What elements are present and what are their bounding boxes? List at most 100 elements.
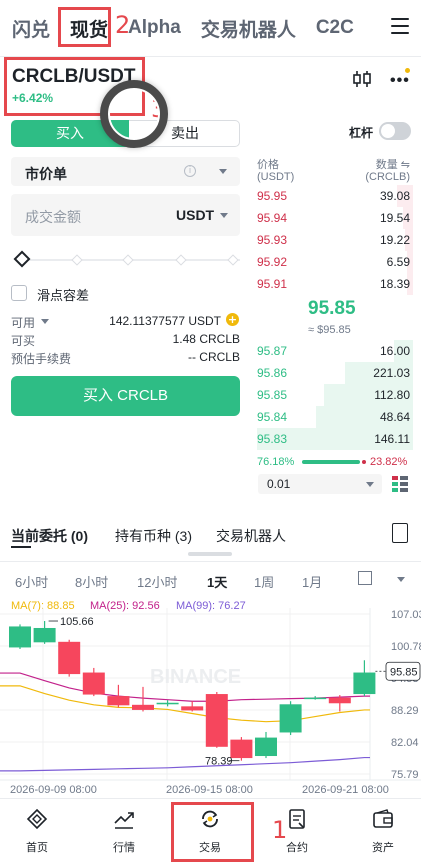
futures-doc-icon — [289, 809, 305, 829]
ask-qty: 19.22 — [379, 233, 410, 247]
drag-handle[interactable] — [188, 552, 232, 556]
chevron-down-icon — [366, 482, 374, 487]
chevron-down-icon[interactable] — [397, 577, 405, 582]
active-tab-indicator — [11, 546, 31, 548]
candle-body — [58, 641, 81, 675]
tab-trading-bots[interactable]: 交易机器人 — [201, 15, 296, 42]
interval-1w[interactable]: 1周 — [254, 572, 274, 591]
nav-assets[interactable]: 资产 — [353, 802, 413, 858]
candle-body — [9, 626, 31, 648]
ask-price: 95.93 — [257, 233, 288, 247]
ask-qty: 39.08 — [379, 189, 410, 203]
candle-body — [255, 737, 277, 757]
bid-price: 95.85 — [257, 388, 288, 402]
qty-header[interactable]: 数量 ⇋ — [376, 156, 410, 172]
candle-body — [107, 696, 130, 706]
bid-row[interactable]: 95.85 112.80 — [251, 384, 413, 406]
order-type-select[interactable]: 市价单 i — [11, 157, 240, 186]
tab-flash-swap[interactable]: 闪兑 — [12, 15, 50, 42]
y-tick-label: 100.78 — [391, 641, 421, 653]
annotation-box-2 — [58, 7, 111, 47]
price-header: 价格 — [257, 159, 279, 171]
candle-body — [230, 739, 253, 759]
interval-1d[interactable]: 1天 — [207, 572, 227, 591]
bid-qty: 16.00 — [379, 344, 410, 358]
home-icon — [26, 808, 48, 830]
wallet-icon — [373, 809, 393, 828]
tab-c2c[interactable]: C2C — [316, 17, 354, 39]
menu-icon[interactable] — [391, 18, 409, 34]
slider-step-75[interactable] — [175, 254, 187, 266]
bid-row[interactable]: 95.83 146.11 — [251, 428, 413, 450]
candle-body — [205, 694, 228, 747]
ask-price: 95.95 — [257, 189, 288, 203]
ask-row[interactable]: 95.95 39.08 — [251, 185, 413, 207]
candle-body — [156, 702, 179, 705]
amount-unit-select[interactable]: USDT — [176, 207, 214, 223]
slider-step-100[interactable] — [227, 254, 239, 266]
add-funds-icon[interactable]: + — [226, 313, 239, 326]
low-label: 78.39 — [205, 756, 233, 768]
bid-row[interactable]: 95.87 16.00 — [251, 340, 413, 362]
ask-row[interactable]: 95.92 6.59 — [251, 251, 413, 273]
current-price-label: 95.85 — [390, 666, 418, 678]
slippage-label[interactable]: 滑点容差 — [37, 285, 89, 304]
available-label: 可用 — [11, 316, 36, 330]
nav-markets[interactable]: 行情 — [94, 802, 154, 858]
order-history-icon[interactable] — [392, 523, 408, 543]
slider-handle[interactable] — [13, 250, 31, 268]
bid-row[interactable]: 95.86 221.03 — [251, 362, 413, 384]
nav-home[interactable]: 首页 — [7, 802, 67, 858]
candlestick-chart-icon[interactable] — [352, 70, 372, 88]
slippage-checkbox[interactable] — [11, 285, 27, 301]
tab-open-orders[interactable]: 当前委托 (0) — [11, 526, 88, 546]
candle-body — [33, 627, 56, 643]
fullscreen-icon[interactable] — [358, 571, 372, 585]
annotation-box-1 — [171, 802, 254, 862]
bid-row[interactable]: 95.84 48.64 — [251, 406, 413, 428]
order-type-value: 市价单 — [25, 166, 67, 182]
ask-row[interactable]: 95.91 18.39 — [251, 273, 413, 295]
interval-8h[interactable]: 8小时 — [75, 572, 108, 591]
bid-qty: 112.80 — [374, 388, 410, 402]
price-unit: (USDT) — [257, 171, 295, 183]
nav-divider — [0, 798, 421, 799]
sell-ratio-bar — [362, 460, 366, 464]
tab-bots[interactable]: 交易机器人 — [216, 526, 286, 546]
slider-step-50[interactable] — [122, 254, 134, 266]
y-tick-label: 82.04 — [391, 737, 419, 749]
fee-value: -- CRCLB — [187, 350, 240, 364]
last-price-fiat: ≈ $95.85 — [308, 324, 351, 336]
candle-body — [181, 706, 204, 711]
more-options-icon[interactable]: ••• — [390, 72, 410, 90]
bid-price: 95.87 — [257, 344, 288, 358]
sell-ratio: 23.82% — [370, 456, 408, 468]
candle-body — [353, 672, 376, 695]
chevron-down-icon[interactable] — [41, 319, 49, 324]
tab-alpha[interactable]: Alpha — [128, 17, 181, 39]
buy-submit-button[interactable]: 买入 CRCLB — [11, 376, 240, 416]
watermark-text: BINANCE — [150, 666, 241, 688]
x-tick-label: 2026-09-21 08:00 — [302, 784, 389, 796]
interval-12h[interactable]: 12小时 — [137, 572, 177, 591]
bid-price: 95.84 — [257, 410, 288, 424]
info-icon[interactable]: i — [184, 165, 196, 177]
available-value: 142.11377577 USDT — [109, 314, 221, 328]
notification-dot — [405, 68, 410, 73]
depth-step-select[interactable]: 0.01 — [258, 474, 382, 494]
high-label: 105.66 — [60, 616, 94, 628]
interval-1m[interactable]: 1月 — [302, 572, 322, 591]
orderbook-layout-icon[interactable] — [392, 476, 408, 492]
candlestick-chart[interactable]: BINANCE105.6678.39107.03100.7894.5388.29… — [0, 608, 421, 798]
tab-holdings[interactable]: 持有币种 (3) — [115, 526, 192, 546]
amount-input[interactable]: 成交金额 USDT — [11, 194, 240, 236]
bid-qty: 146.11 — [374, 432, 410, 446]
y-tick-label: 75.79 — [391, 769, 419, 781]
ask-row[interactable]: 95.93 19.22 — [251, 229, 413, 251]
interval-6h[interactable]: 6小时 — [15, 572, 48, 591]
depth-step-value: 0.01 — [267, 477, 291, 491]
amount-placeholder: 成交金额 — [25, 209, 81, 225]
bid-price: 95.86 — [257, 366, 288, 380]
slider-step-25[interactable] — [71, 254, 83, 266]
ask-row[interactable]: 95.94 19.54 — [251, 207, 413, 229]
